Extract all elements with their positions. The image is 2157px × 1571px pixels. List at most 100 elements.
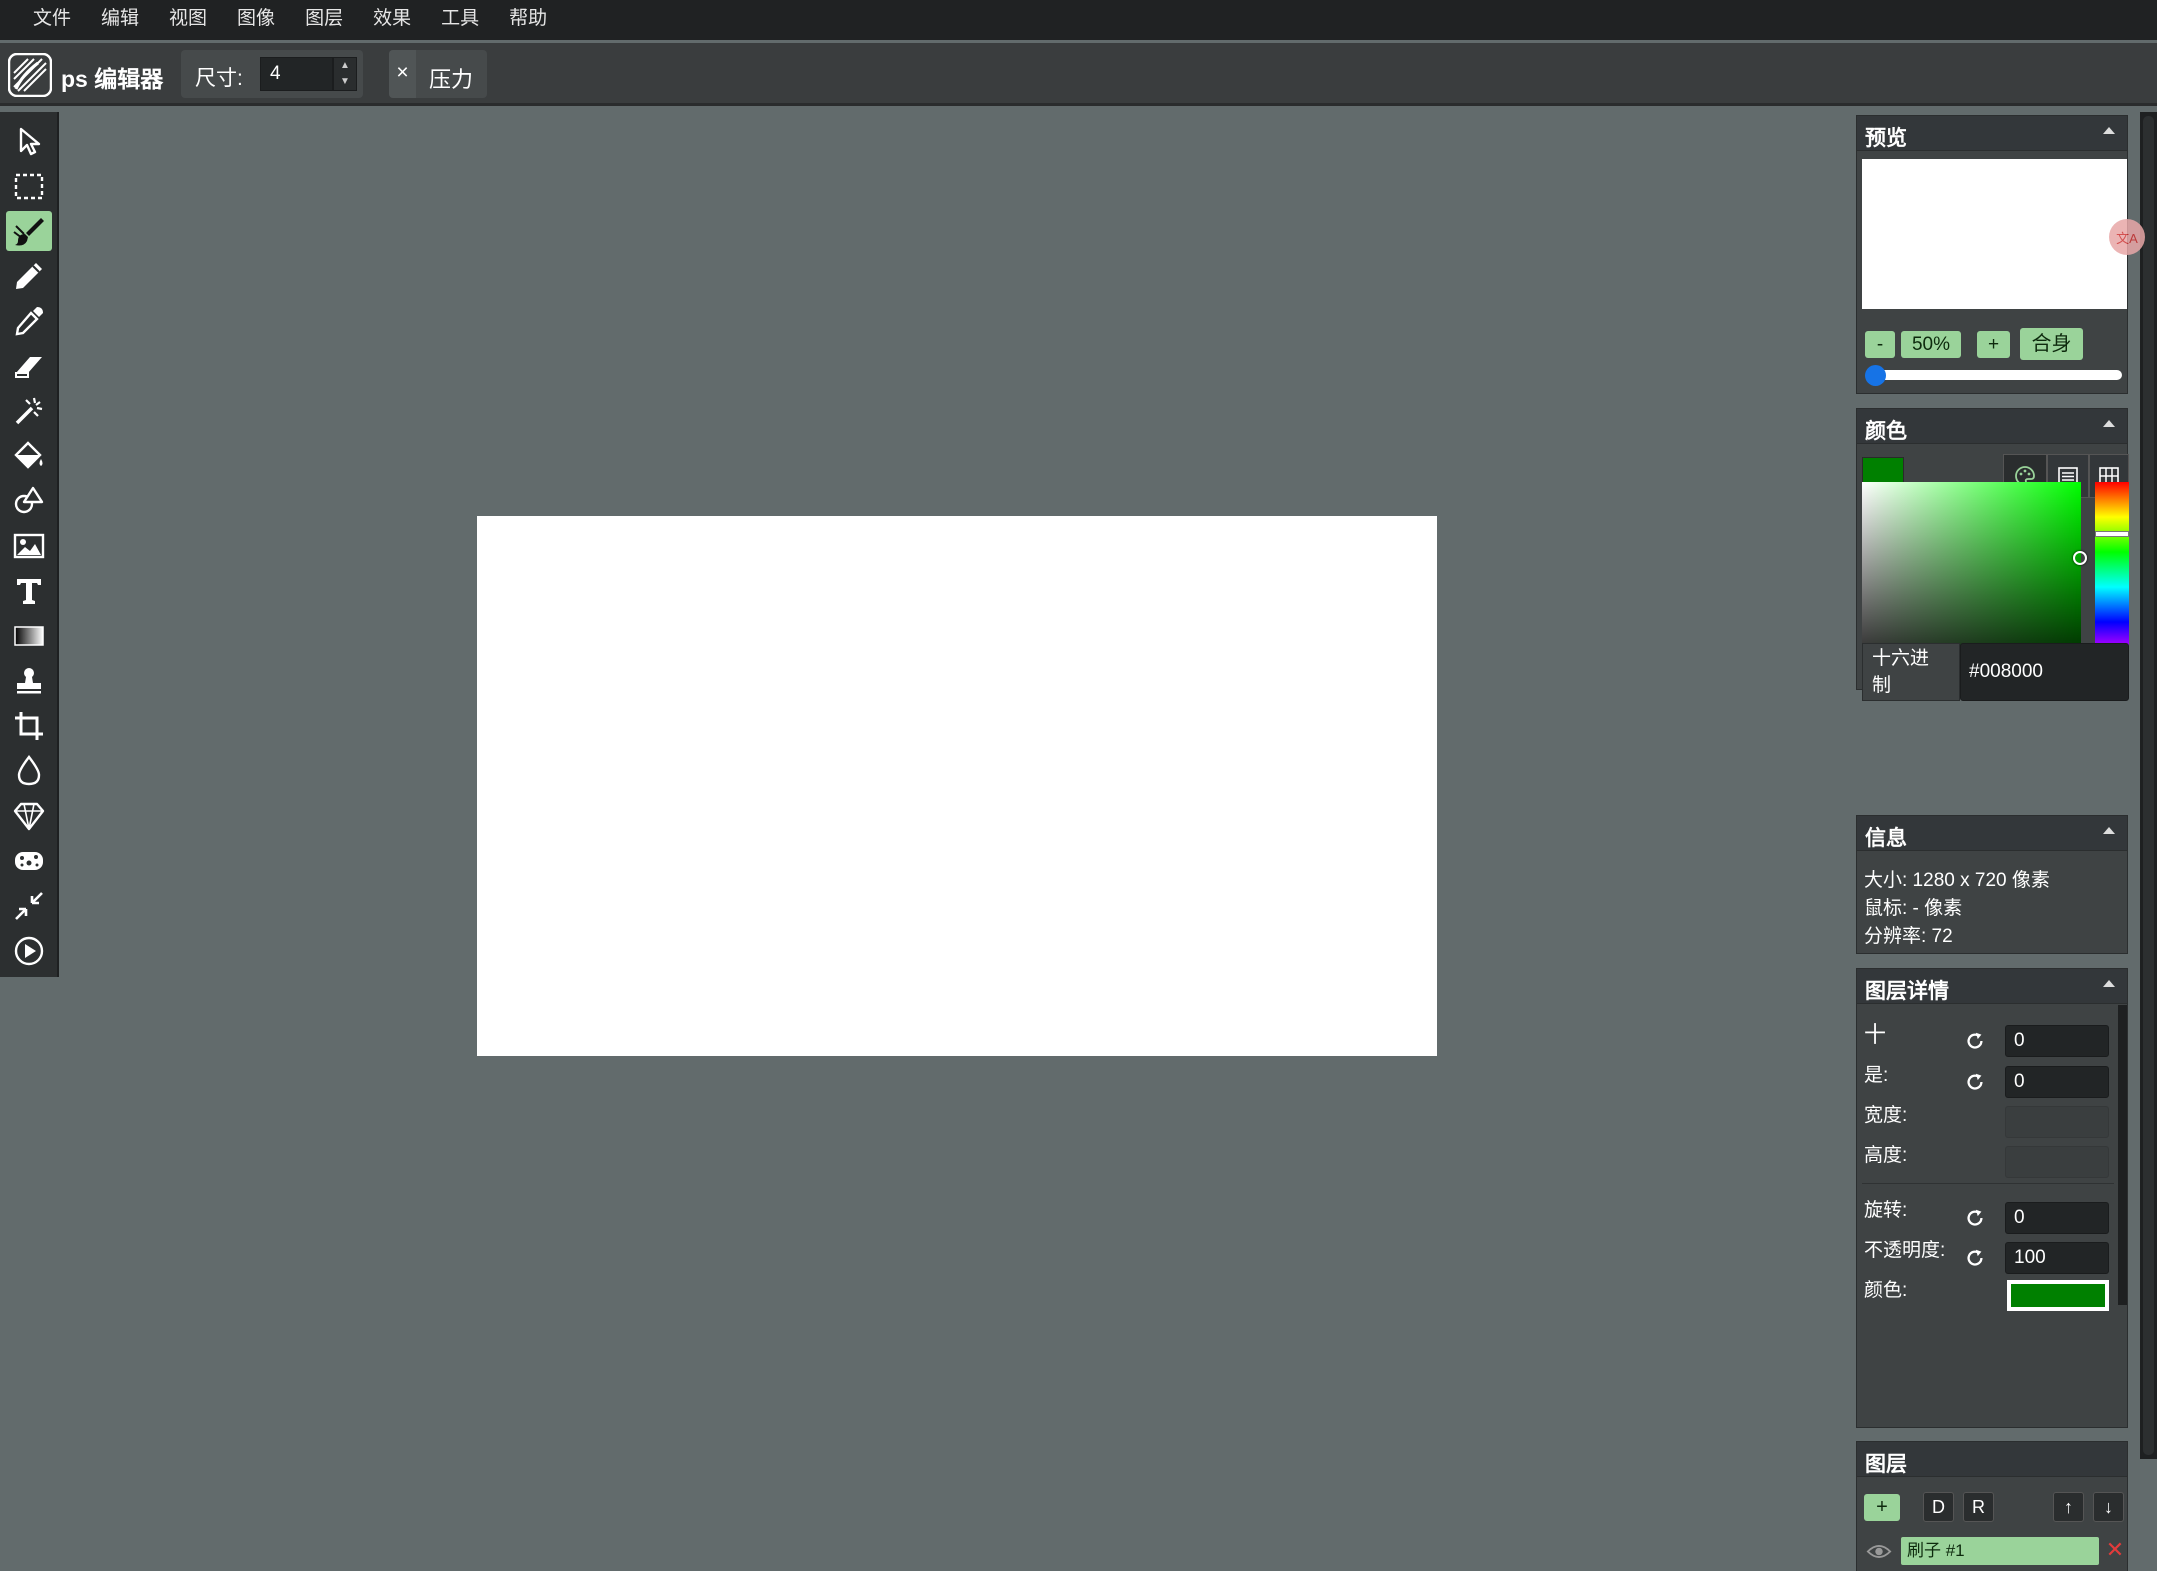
zoom-slider-thumb[interactable]	[1865, 365, 1886, 386]
rotation-label: 旋转:	[1864, 1200, 1908, 1221]
rotation-input[interactable]: 0	[2005, 1202, 2109, 1234]
preview-panel: 预览 - 50% + 合身 文A	[1856, 115, 2145, 394]
scrollbar-thumb[interactable]	[2143, 116, 2154, 1455]
reset-opacity-icon[interactable]	[1958, 1242, 1992, 1274]
brush-icon[interactable]	[6, 211, 52, 251]
menu-file[interactable]: 文件	[18, 0, 86, 40]
collapse-caret-icon[interactable]	[2103, 420, 2115, 427]
sharpen-gem-icon[interactable]	[6, 796, 52, 836]
shapes-icon[interactable]	[6, 481, 52, 521]
sponge-icon[interactable]	[6, 841, 52, 881]
select-arrow-icon[interactable]	[6, 121, 52, 161]
layer-color-label: 颜色:	[1864, 1280, 1908, 1301]
zoom-out-button[interactable]: -	[1865, 331, 1895, 358]
layer-name[interactable]: 刷子 #1	[1901, 1537, 2099, 1565]
menu-edit[interactable]: 编辑	[86, 0, 154, 40]
y-input[interactable]: 0	[2005, 1066, 2109, 1098]
y-label: 是:	[1864, 1065, 1889, 1086]
color-panel: 颜色 十六进制 #008000	[1856, 408, 2129, 701]
layers-title: 图层	[1865, 1453, 1907, 1476]
menu-view[interactable]: 视图	[154, 0, 222, 40]
pressure-toggle[interactable]: × 压力	[389, 50, 487, 98]
marquee-select-icon[interactable]	[6, 166, 52, 206]
stepper-down-icon[interactable]: ▼	[334, 74, 356, 90]
reset-y-icon[interactable]	[1958, 1066, 1992, 1098]
size-input[interactable]	[260, 57, 333, 91]
add-layer-button[interactable]: +	[1864, 1494, 1900, 1521]
info-panel: 信息 大小: 1280 x 720 像素 鼠标: - 像素 分辨率: 72	[1856, 815, 2128, 954]
hex-label: 十六进制	[1872, 648, 1930, 696]
play-animation-icon[interactable]	[6, 931, 52, 971]
zoom-in-button[interactable]: +	[1977, 331, 2010, 358]
preview-header[interactable]: 预览	[1857, 116, 2127, 151]
info-header[interactable]: 信息	[1857, 816, 2127, 851]
rasterize-layer-button[interactable]: R	[1963, 1492, 1994, 1522]
layer-details-header[interactable]: 图层详情	[1857, 969, 2127, 1004]
width-label: 宽度:	[1864, 1105, 1908, 1126]
color-header[interactable]: 颜色	[1857, 409, 2127, 444]
crop-icon[interactable]	[6, 706, 52, 746]
details-scrollbar[interactable]	[2118, 1005, 2127, 1305]
drawing-canvas[interactable]	[477, 516, 1437, 1056]
eyedropper-icon[interactable]	[6, 301, 52, 341]
layer-color-swatch[interactable]	[2007, 1280, 2109, 1311]
duplicate-layer-button[interactable]: D	[1923, 1492, 1954, 1522]
menu-tools[interactable]: 工具	[426, 0, 494, 40]
info-mouse: 鼠标: - 像素	[1864, 898, 1963, 919]
layer-row[interactable]: 刷子 #1 ✕	[1857, 1535, 2129, 1567]
eraser-icon[interactable]	[6, 346, 52, 386]
info-title: 信息	[1865, 827, 1907, 850]
sv-picker-handle[interactable]	[2073, 551, 2087, 565]
menu-help[interactable]: 帮助	[494, 0, 562, 40]
menu-image[interactable]: 图像	[222, 0, 290, 40]
x-label: 十	[1864, 1022, 1887, 1047]
hex-input[interactable]: #008000	[1960, 643, 2129, 701]
hue-slider-handle[interactable]	[2095, 531, 2129, 537]
blur-drop-icon[interactable]	[6, 751, 52, 791]
width-input[interactable]	[2005, 1106, 2109, 1138]
image-icon[interactable]	[6, 526, 52, 566]
x-input[interactable]: 0	[2005, 1025, 2109, 1057]
right-panels: 预览 - 50% + 合身 文A 颜色 十六进制 #008000 信息 大小: …	[1853, 112, 2145, 1571]
delete-layer-icon[interactable]: ✕	[2105, 1535, 2125, 1565]
text-icon[interactable]	[6, 571, 52, 611]
app-logo-icon[interactable]	[7, 52, 53, 98]
tools-sidebar	[0, 112, 59, 977]
menu-layers[interactable]: 图层	[290, 0, 358, 40]
collapse-caret-icon[interactable]	[2103, 980, 2115, 987]
magic-wand-icon[interactable]	[6, 391, 52, 431]
height-input[interactable]	[2005, 1146, 2109, 1178]
collapse-caret-icon[interactable]	[2103, 127, 2115, 134]
fit-button[interactable]: 合身	[2020, 328, 2083, 360]
menu-effects[interactable]: 效果	[358, 0, 426, 40]
layer-color-fill	[2011, 1284, 2105, 1307]
reset-rotation-icon[interactable]	[1958, 1202, 1992, 1234]
pressure-off-icon[interactable]: ×	[389, 50, 416, 98]
visibility-eye-icon[interactable]	[1865, 1539, 1893, 1563]
zoom-slider-track[interactable]	[1867, 370, 2122, 380]
fill-bucket-icon[interactable]	[6, 436, 52, 476]
attribute-toolbar: ps 编辑器 尺寸: ▲ ▼ × 压力	[0, 43, 2157, 106]
move-layer-up-button[interactable]: ↑	[2053, 1492, 2084, 1522]
preview-thumbnail[interactable]	[1862, 159, 2127, 309]
layers-panel: 图层 + D R ↑ ↓ 刷子 #1 ✕	[1856, 1441, 2128, 1571]
opacity-input[interactable]: 100	[2005, 1242, 2109, 1274]
size-stepper[interactable]: ▲ ▼	[333, 57, 357, 91]
hex-label-box: 十六进制	[1862, 643, 1960, 701]
brush-size-group: 尺寸: ▲ ▼	[181, 50, 363, 98]
layer-details-panel: 图层详情 十 0 是: 0 宽度: 高度: 旋转: 0 不透明度: 100 颜色…	[1856, 968, 2128, 1428]
layers-header[interactable]: 图层	[1857, 1442, 2127, 1477]
gradient-icon[interactable]	[6, 616, 52, 656]
stepper-up-icon[interactable]: ▲	[334, 58, 356, 74]
clone-stamp-icon[interactable]	[6, 661, 52, 701]
right-panel-scrollbar[interactable]	[2140, 112, 2157, 1459]
move-layer-down-button[interactable]: ↓	[2093, 1492, 2124, 1522]
resize-arrows-icon[interactable]	[6, 886, 52, 926]
zoom-value[interactable]: 50%	[1901, 331, 1961, 358]
opacity-label: 不透明度:	[1864, 1240, 1946, 1261]
translate-badge-icon[interactable]: 文A	[2109, 219, 2145, 255]
reset-x-icon[interactable]	[1958, 1025, 1992, 1057]
pencil-icon[interactable]	[6, 256, 52, 296]
collapse-caret-icon[interactable]	[2103, 827, 2115, 834]
app-name: ps 编辑器	[61, 66, 164, 92]
